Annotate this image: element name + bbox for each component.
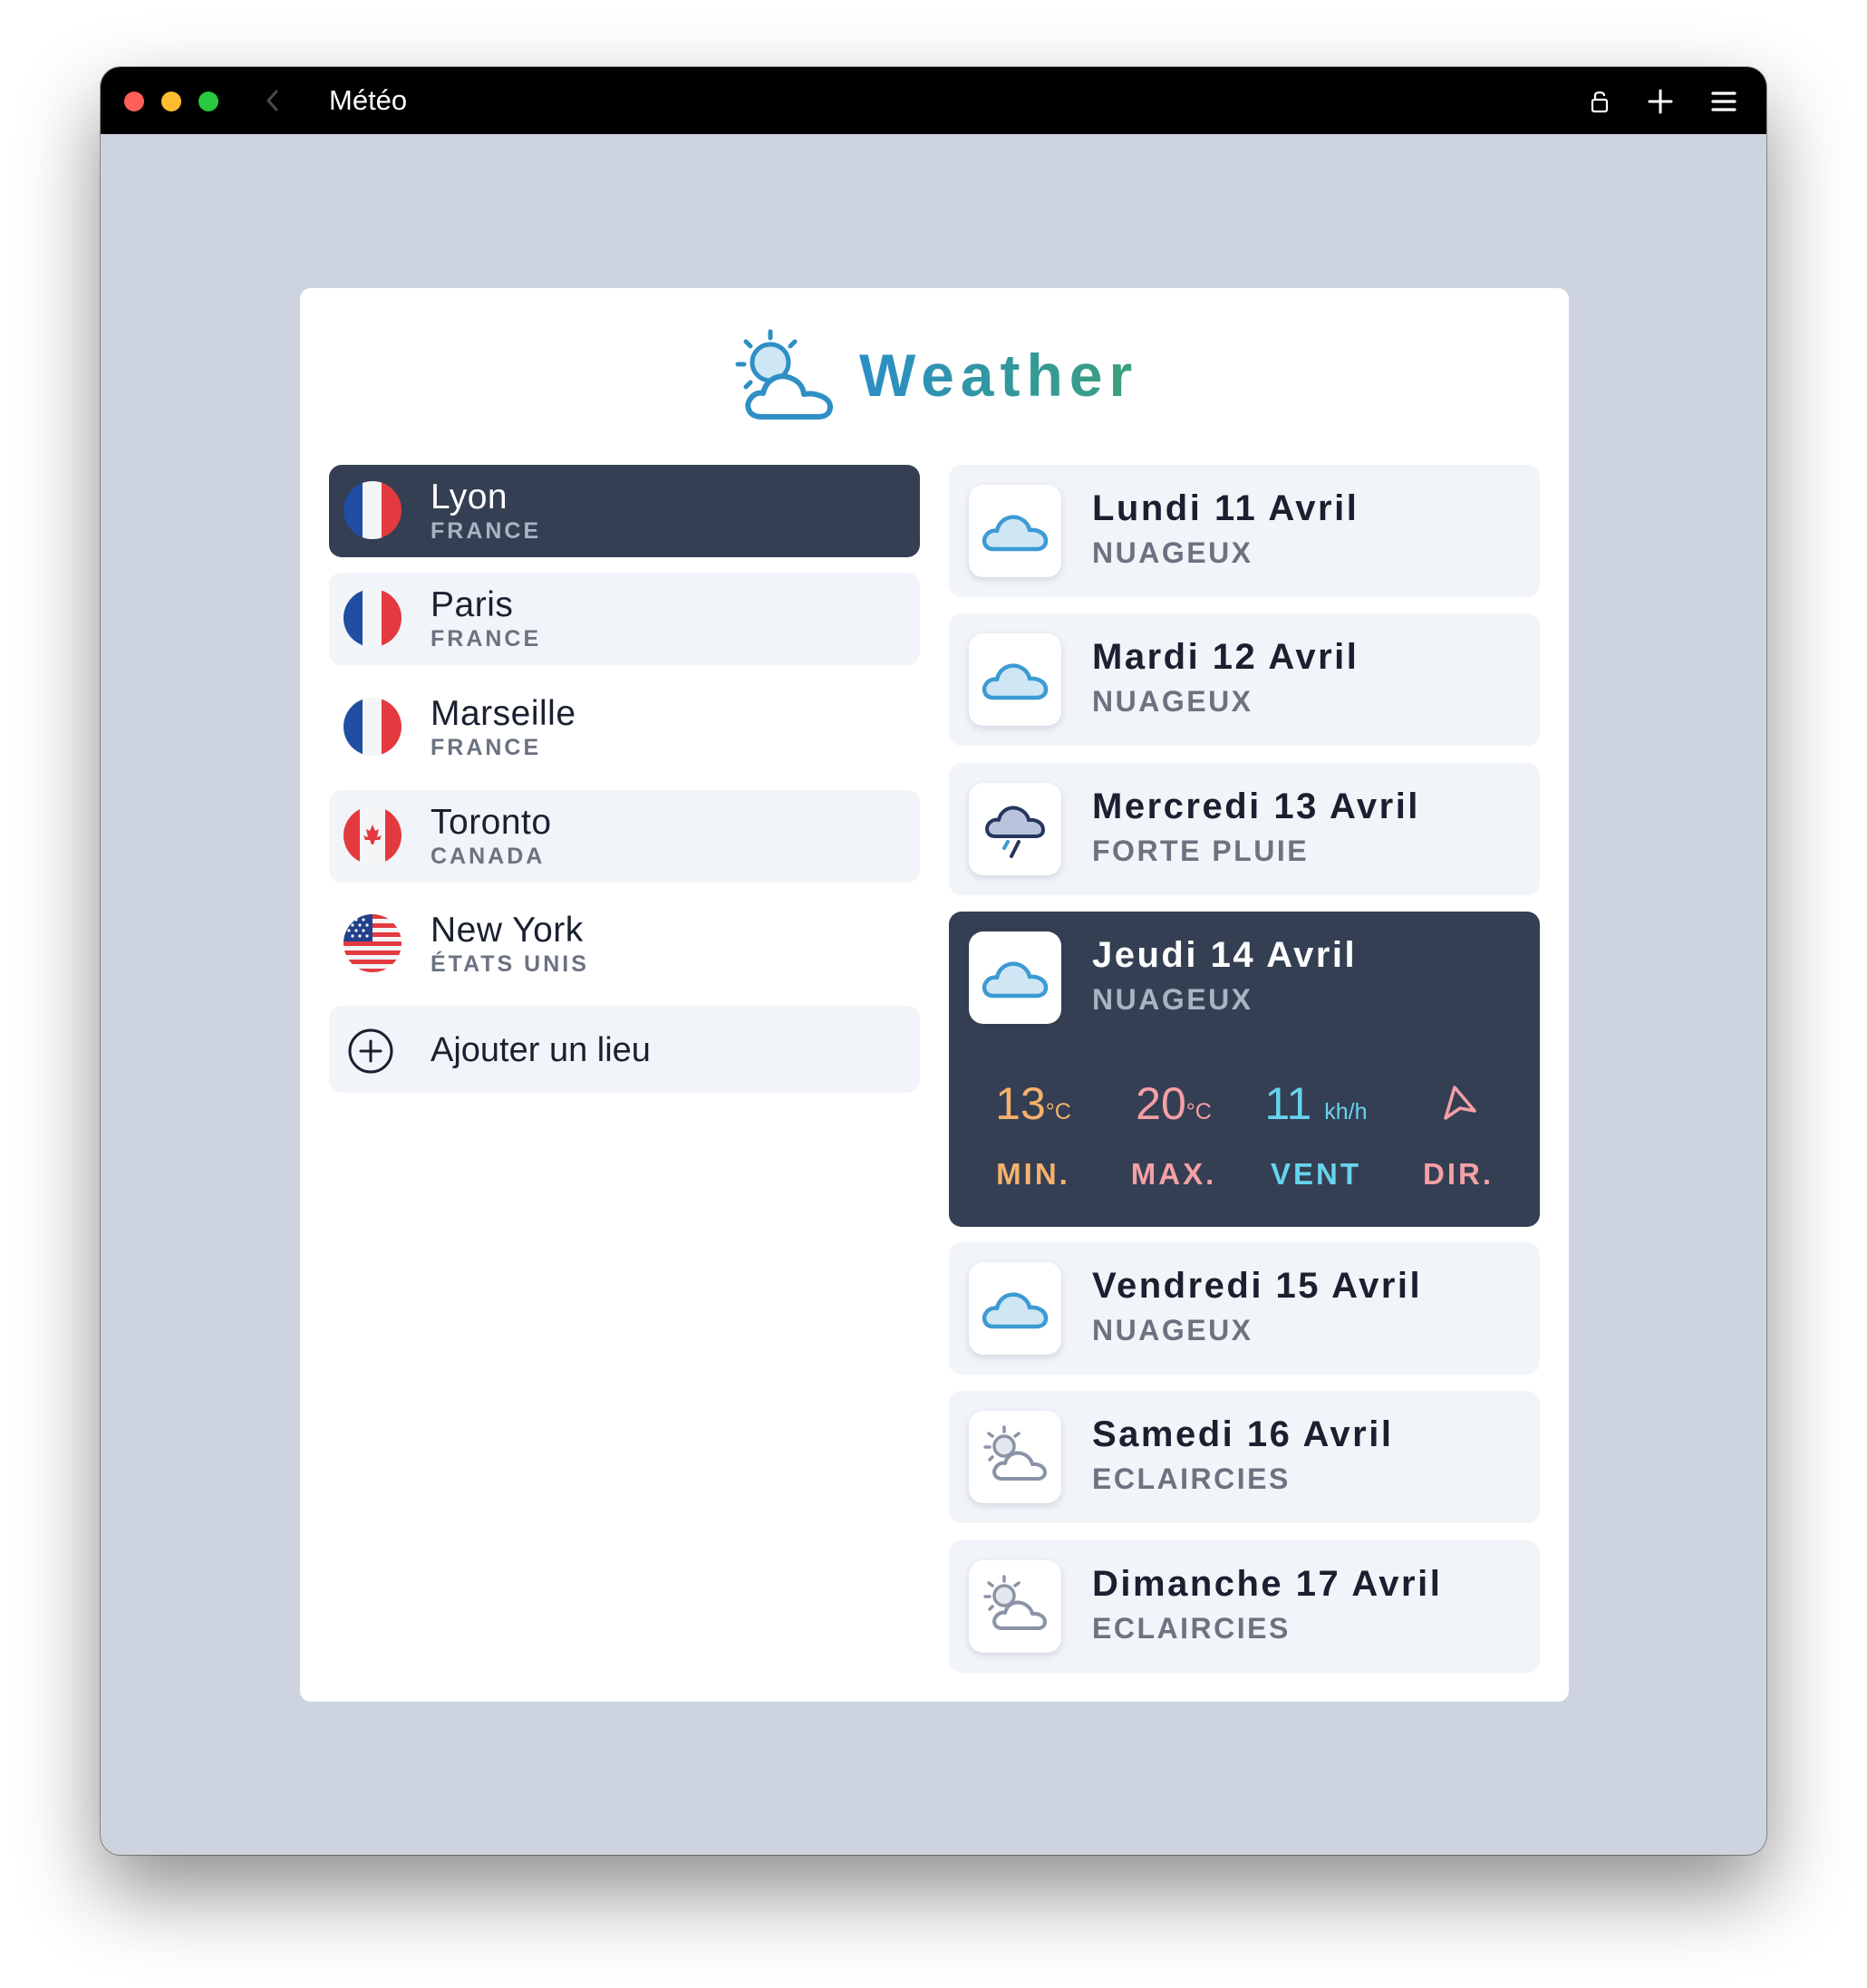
maximize-window-button[interactable] bbox=[198, 92, 218, 111]
location-country: FRANCE bbox=[430, 518, 542, 544]
min-temperature: 13°C MIN. bbox=[965, 1075, 1101, 1201]
app-window: Météo Weather Lyon FRANCE Paris FRANCE M… bbox=[101, 67, 1766, 1855]
min-temp-value: 13 bbox=[995, 1078, 1046, 1129]
partly-sunny-icon bbox=[969, 1560, 1061, 1653]
wind-value: 11 bbox=[1264, 1078, 1312, 1129]
wind-label: VENT bbox=[1270, 1157, 1361, 1191]
lock-icon[interactable] bbox=[1583, 85, 1616, 118]
add-location-label: Ajouter un lieu bbox=[430, 1031, 651, 1069]
cloud-icon bbox=[969, 931, 1061, 1024]
location-item-marseille[interactable]: Marseille FRANCE bbox=[329, 681, 920, 774]
forecast-day-name: Mercredi 13 Avril bbox=[1092, 787, 1420, 826]
max-temp-label: MAX. bbox=[1130, 1157, 1217, 1191]
window-title: Météo bbox=[329, 84, 408, 116]
max-temp-unit: °C bbox=[1185, 1099, 1212, 1124]
forecast-condition: NUAGEUX bbox=[1092, 1314, 1253, 1346]
partly-sunny-icon bbox=[969, 1411, 1061, 1503]
location-city: New York bbox=[430, 911, 584, 950]
location-city: Toronto bbox=[430, 803, 552, 842]
location-city: Marseille bbox=[430, 694, 576, 733]
location-item-lyon[interactable]: Lyon FRANCE bbox=[329, 465, 920, 557]
france-flag-icon bbox=[343, 481, 401, 539]
cloud-icon bbox=[969, 485, 1061, 577]
forecast-day-mercredi[interactable]: Mercredi 13 Avril FORTE PLUIE bbox=[949, 763, 1540, 895]
partly-cloudy-logo-icon bbox=[735, 329, 833, 420]
new-tab-plus-icon[interactable] bbox=[1644, 85, 1677, 118]
app-brand: Weather bbox=[730, 326, 1147, 426]
cloud-icon bbox=[969, 1262, 1061, 1355]
hamburger-menu-icon[interactable] bbox=[1707, 85, 1740, 118]
forecast-day-name: Dimanche 17 Avril bbox=[1092, 1564, 1443, 1604]
forecast-day-name: Mardi 12 Avril bbox=[1092, 637, 1359, 677]
forecast-condition: NUAGEUX bbox=[1092, 536, 1253, 569]
forecast-day-samedi[interactable]: Samedi 16 Avril ECLAIRCIES bbox=[949, 1391, 1540, 1523]
location-country: FRANCE bbox=[430, 735, 542, 760]
add-location-button[interactable]: Ajouter un lieu bbox=[329, 1006, 920, 1093]
wind-direction: DIR. bbox=[1390, 1075, 1526, 1201]
max-temperature: 20°C MAX. bbox=[1106, 1075, 1242, 1201]
wind-unit: kh/h bbox=[1324, 1099, 1368, 1124]
forecast-condition: NUAGEUX bbox=[1092, 983, 1253, 1016]
close-window-button[interactable] bbox=[124, 92, 144, 111]
forecast-day-name: Lundi 11 Avril bbox=[1092, 488, 1359, 528]
title-bar: Météo bbox=[101, 67, 1766, 134]
location-city: Lyon bbox=[430, 478, 508, 516]
forecast-condition: ECLAIRCIES bbox=[1092, 1612, 1291, 1645]
forecast-day-name: Vendredi 15 Avril bbox=[1092, 1266, 1423, 1306]
plus-circle-icon bbox=[348, 1028, 393, 1074]
canada-flag-icon bbox=[343, 806, 401, 864]
weather-card: Weather Lyon FRANCE Paris FRANCE Marseil… bbox=[300, 288, 1569, 1702]
usa-flag-icon bbox=[343, 914, 401, 972]
forecast-day-name: Jeudi 14 Avril bbox=[1092, 935, 1358, 975]
max-temp-value: 20 bbox=[1136, 1078, 1186, 1129]
app-name: Weather bbox=[859, 342, 1139, 409]
back-chevron-icon[interactable] bbox=[259, 87, 286, 114]
forecast-condition: NUAGEUX bbox=[1092, 685, 1253, 718]
navigation-arrow-icon bbox=[1444, 1086, 1476, 1120]
min-temp-label: MIN. bbox=[996, 1157, 1070, 1191]
france-flag-icon bbox=[343, 698, 401, 756]
direction-label: DIR. bbox=[1423, 1157, 1494, 1191]
location-item-toronto[interactable]: Toronto CANADA bbox=[329, 790, 920, 883]
forecast-condition: ECLAIRCIES bbox=[1092, 1462, 1291, 1495]
heavy-rain-icon bbox=[969, 783, 1061, 875]
min-temp-unit: °C bbox=[1045, 1099, 1071, 1124]
location-country: ÉTATS UNIS bbox=[430, 951, 589, 977]
location-item-paris[interactable]: Paris FRANCE bbox=[329, 573, 920, 665]
location-country: CANADA bbox=[430, 844, 546, 869]
location-city: Paris bbox=[430, 585, 514, 624]
cloud-icon bbox=[969, 633, 1061, 726]
forecast-condition: FORTE PLUIE bbox=[1092, 835, 1310, 867]
wind-speed: 11 kh/h VENT bbox=[1248, 1075, 1384, 1201]
forecast-day-lundi[interactable]: Lundi 11 Avril NUAGEUX bbox=[949, 465, 1540, 597]
france-flag-icon bbox=[343, 589, 401, 647]
forecast-day-jeudi[interactable]: Jeudi 14 Avril NUAGEUX 13°C MIN. 20°C MA… bbox=[949, 912, 1540, 1227]
location-country: FRANCE bbox=[430, 626, 542, 651]
forecast-day-name: Samedi 16 Avril bbox=[1092, 1414, 1394, 1454]
forecast-day-dimanche[interactable]: Dimanche 17 Avril ECLAIRCIES bbox=[949, 1540, 1540, 1673]
forecast-day-vendredi[interactable]: Vendredi 15 Avril NUAGEUX bbox=[949, 1242, 1540, 1375]
forecast-day-mardi[interactable]: Mardi 12 Avril NUAGEUX bbox=[949, 613, 1540, 746]
minimize-window-button[interactable] bbox=[161, 92, 181, 111]
location-item-new-york[interactable]: New York ÉTATS UNIS bbox=[329, 898, 920, 990]
